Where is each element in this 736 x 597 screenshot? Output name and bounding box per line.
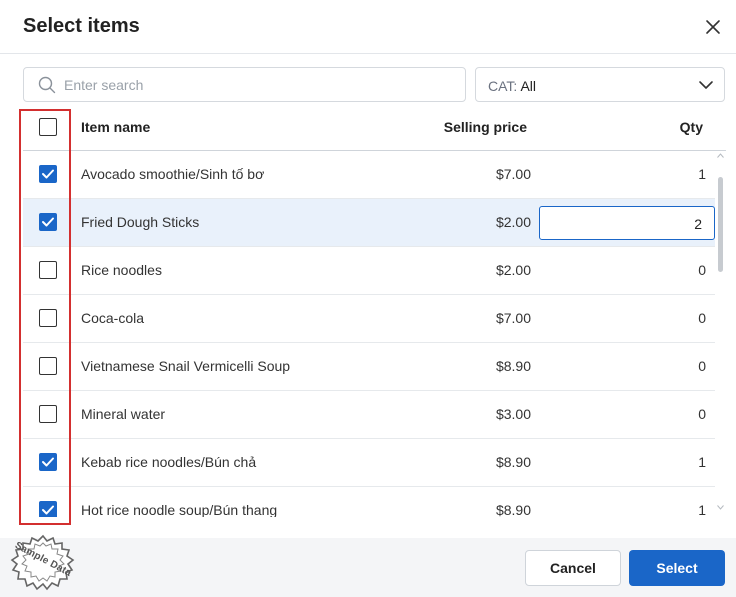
item-qty[interactable]: 0	[698, 358, 706, 374]
table-row[interactable]: Avocado smoothie/Sinh tố bơ $7.00 1	[23, 151, 715, 199]
cancel-button[interactable]: Cancel	[525, 550, 621, 586]
item-price: $8.90	[495, 454, 531, 470]
table-row[interactable]: Mineral water $3.00 0	[23, 391, 715, 439]
select-button[interactable]: Select	[629, 550, 725, 586]
table-row[interactable]: Rice noodles $2.00 0	[23, 247, 715, 295]
item-qty[interactable]: 0	[698, 406, 706, 422]
scroll-down-icon[interactable]	[717, 505, 724, 510]
item-price: $8.90	[495, 502, 531, 517]
table-header: Item name Selling price Qty	[23, 103, 726, 151]
item-name: Avocado smoothie/Sinh tố bơ	[81, 166, 265, 182]
item-price: $3.00	[495, 406, 531, 422]
dialog-header: Select items	[0, 0, 736, 54]
item-price: $7.00	[495, 166, 531, 182]
chevron-down-icon	[699, 81, 713, 89]
checkbox-column-highlight	[19, 109, 71, 525]
category-select-label: CAT: All	[488, 78, 536, 94]
item-qty[interactable]: 1	[698, 502, 706, 517]
item-name: Hot rice noodle soup/Bún thang	[81, 502, 278, 517]
item-qty[interactable]: 1	[698, 454, 706, 470]
search-icon	[38, 76, 56, 94]
table-row[interactable]: Kebab rice noodles/Bún chả $8.90 1	[23, 439, 715, 487]
search-input[interactable]	[64, 68, 454, 101]
dialog-footer: Cancel Select	[0, 538, 736, 597]
item-price: $2.00	[495, 214, 531, 230]
table-row[interactable]: Fried Dough Sticks $2.00 2	[23, 199, 715, 247]
category-select[interactable]: CAT: All	[475, 67, 725, 102]
close-icon[interactable]	[703, 17, 723, 37]
item-list: Avocado smoothie/Sinh tố bơ $7.00 1 Frie…	[23, 151, 715, 517]
column-header-qty: Qty	[679, 119, 703, 135]
item-name: Rice noodles	[81, 262, 162, 278]
qty-input[interactable]: 2	[539, 206, 715, 240]
item-name: Coca-cola	[81, 310, 145, 326]
item-name: Vietnamese Snail Vermicelli Soup	[81, 358, 291, 374]
item-price: $2.00	[495, 262, 531, 278]
column-header-selling-price: Selling price	[443, 119, 527, 135]
item-name: Kebab rice noodles/Bún chả	[81, 454, 257, 470]
item-name: Fried Dough Sticks	[81, 214, 200, 230]
dialog-title: Select items	[23, 15, 140, 37]
item-qty[interactable]: 0	[698, 262, 706, 278]
table-row[interactable]: Coca-cola $7.00 0	[23, 295, 715, 343]
item-price: $7.00	[495, 310, 531, 326]
scrollbar[interactable]	[715, 151, 726, 517]
scroll-up-icon[interactable]	[717, 153, 724, 158]
scrollbar-thumb[interactable]	[718, 177, 723, 272]
item-qty[interactable]: 0	[698, 310, 706, 326]
table-row[interactable]: Vietnamese Snail Vermicelli Soup $8.90 0	[23, 343, 715, 391]
qty-input-value: 2	[694, 216, 702, 232]
item-qty[interactable]: 1	[698, 166, 706, 182]
category-select-value: All	[520, 78, 536, 94]
item-price: $8.90	[495, 358, 531, 374]
item-name: Mineral water	[81, 406, 166, 422]
table-row[interactable]: Hot rice noodle soup/Bún thang $8.90 1	[23, 487, 715, 517]
column-header-item-name: Item name	[81, 119, 151, 135]
search-field[interactable]	[23, 67, 466, 102]
